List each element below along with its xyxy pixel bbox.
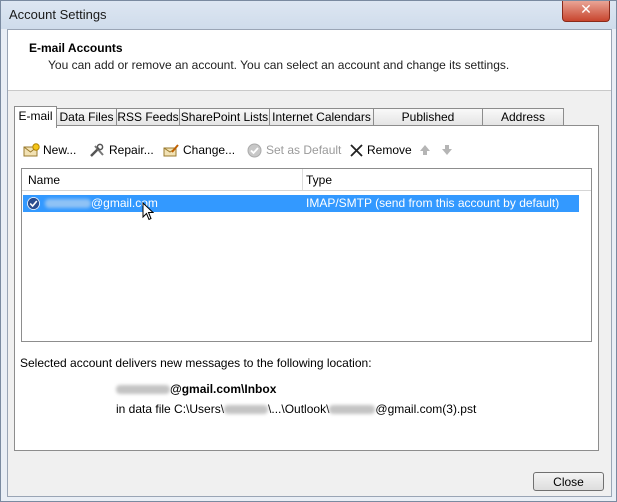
remove-icon xyxy=(350,143,363,157)
repair-icon xyxy=(90,143,104,157)
move-up-button[interactable] xyxy=(419,140,434,160)
account-row[interactable]: @gmail.com IMAP/SMTP (send from this acc… xyxy=(23,195,579,212)
header-title: E-mail Accounts xyxy=(29,41,123,55)
column-type-header[interactable]: Type xyxy=(306,173,332,187)
change-button-label: Change... xyxy=(183,143,236,157)
window-close-button[interactable]: ✕ xyxy=(562,1,610,22)
tab-internet-calendars[interactable]: Internet Calendars xyxy=(269,108,374,126)
data-file-suffix: @gmail.com(3).pst xyxy=(375,402,477,416)
tab-address-books[interactable]: Address Books xyxy=(482,108,564,141)
new-account-icon xyxy=(23,142,40,156)
set-default-icon xyxy=(247,143,262,157)
set-default-button[interactable]: Set as Default xyxy=(247,140,341,160)
redacted-text xyxy=(329,405,376,415)
tab-sharepoint-lists[interactable]: SharePoint Lists xyxy=(179,108,270,126)
header-description: You can add or remove an account. You ca… xyxy=(48,58,510,72)
accounts-list[interactable]: Name Type @gmail.com IMAP/SMTP (send fro… xyxy=(21,168,592,342)
remove-button[interactable]: Remove xyxy=(349,140,412,160)
move-down-icon xyxy=(442,145,452,155)
redacted-text xyxy=(116,385,170,395)
remove-button-label: Remove xyxy=(367,143,412,157)
delivery-folder: @gmail.com\Inbox xyxy=(116,382,276,396)
data-file-prefix: in data file C:\Users\ xyxy=(116,402,225,416)
new-button[interactable]: New... xyxy=(23,140,76,160)
move-up-icon xyxy=(420,145,430,155)
redacted-text xyxy=(45,199,91,209)
column-separator[interactable] xyxy=(302,169,303,190)
new-button-label: New... xyxy=(43,143,77,157)
delivery-data-file: in data file C:\Users\ \...\Outlook\ @gmai… xyxy=(116,402,476,416)
tab-published-calendars[interactable]: Published Calendars xyxy=(373,108,483,141)
account-settings-window: Account Settings ✕ E-mail Accounts You c… xyxy=(0,0,617,502)
mouse-cursor-icon xyxy=(142,202,154,221)
column-name-header[interactable]: Name xyxy=(28,173,60,187)
set-default-button-label: Set as Default xyxy=(266,143,342,157)
header-panel: E-mail Accounts You can add or remove an… xyxy=(8,30,611,91)
dialog-body: E-mail Accounts You can add or remove an… xyxy=(7,29,612,497)
change-icon xyxy=(163,143,179,156)
tab-data-files[interactable]: Data Files xyxy=(56,108,117,126)
window-title: Account Settings xyxy=(9,7,107,22)
delivery-folder-suffix: @gmail.com\Inbox xyxy=(170,382,277,396)
title-bar: Account Settings ✕ xyxy=(1,1,616,29)
account-type: IMAP/SMTP (send from this account by def… xyxy=(306,196,560,210)
data-file-middle: \...\Outlook\ xyxy=(268,402,330,416)
tab-email[interactable]: E-mail xyxy=(14,106,57,128)
redacted-text xyxy=(224,405,269,415)
close-button[interactable]: Close xyxy=(533,472,604,491)
change-button[interactable]: Change... xyxy=(163,140,235,160)
delivery-location-label: Selected account delivers new messages t… xyxy=(20,356,372,370)
default-account-check-icon xyxy=(27,197,40,210)
repair-button[interactable]: Repair... xyxy=(89,140,154,160)
account-name: @gmail.com xyxy=(45,196,158,210)
list-column-header: Name Type xyxy=(22,169,591,191)
tab-rss-feeds[interactable]: RSS Feeds xyxy=(116,108,180,126)
repair-button-label: Repair... xyxy=(109,143,154,157)
move-down-button[interactable] xyxy=(441,140,456,160)
